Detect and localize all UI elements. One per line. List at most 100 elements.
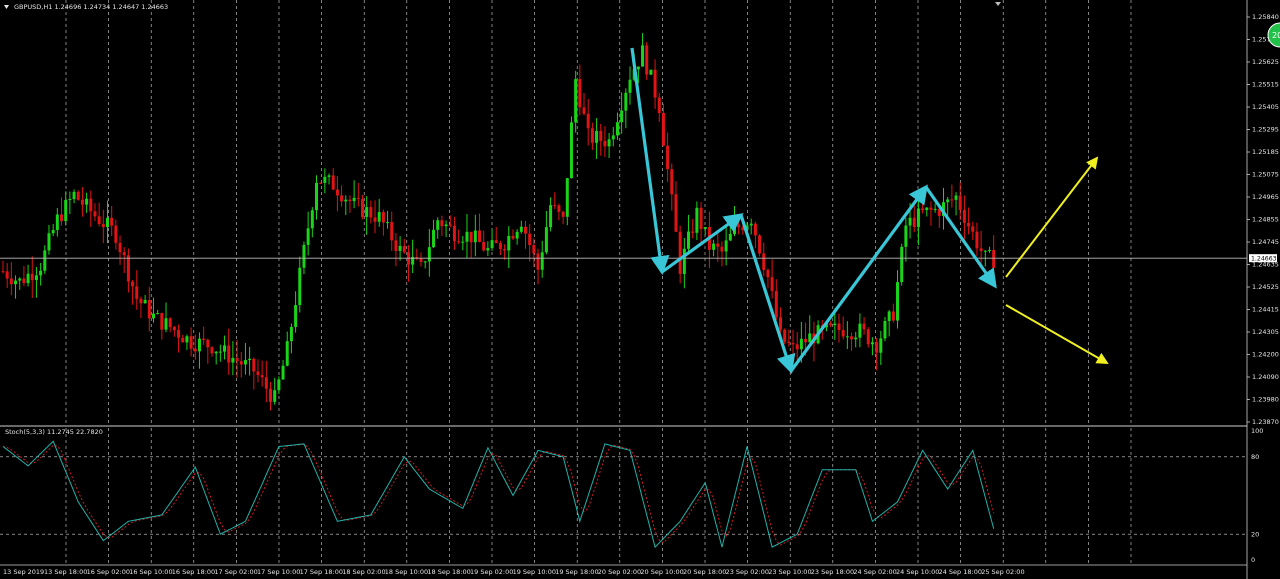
candle-body xyxy=(749,223,753,226)
candle-body xyxy=(774,291,778,318)
candle-body xyxy=(93,211,97,217)
candle-body xyxy=(147,299,151,319)
candle-body xyxy=(958,195,962,210)
price-tick-label: 1.24855 xyxy=(1252,216,1279,224)
candle-body xyxy=(5,271,9,279)
candle-body xyxy=(712,243,716,250)
candle-body xyxy=(172,327,176,331)
candle-body xyxy=(218,351,222,353)
candle-body xyxy=(900,246,904,283)
trading-chart[interactable]: 1.258401.25731.256251.255151.254051.2529… xyxy=(0,0,1280,579)
candle-body xyxy=(260,375,264,378)
current-price-tag: 1.24663 xyxy=(1249,254,1277,262)
candle-body xyxy=(904,225,908,247)
current-price-text: 1.24663 xyxy=(1251,255,1277,262)
candle-body xyxy=(854,337,858,340)
candle-body xyxy=(478,230,482,242)
candle-body xyxy=(60,214,64,222)
candle-body xyxy=(657,97,661,113)
price-tick-label: 1.24745 xyxy=(1252,238,1279,246)
candle-body xyxy=(452,225,456,242)
price-tick-label: 1.25075 xyxy=(1252,171,1279,179)
candle-body xyxy=(837,323,841,331)
candle-body xyxy=(636,66,640,70)
time-tick-label: 23 Sep 18:00 xyxy=(811,568,854,576)
time-tick-label: 13 Sep 18:00 xyxy=(44,568,87,576)
candle-body xyxy=(315,182,318,211)
candle-body xyxy=(398,246,402,251)
candle-body xyxy=(381,212,385,223)
candle-body xyxy=(419,258,423,262)
symbol-title: GBPUSD,H1 1.24696 1.24734 1.24647 1.2466… xyxy=(14,3,168,11)
candle-body xyxy=(641,45,645,67)
candle-body xyxy=(223,345,227,352)
candle-body xyxy=(110,217,114,226)
candle-body xyxy=(778,317,782,330)
price-tick-label: 1.24305 xyxy=(1252,328,1279,336)
time-tick-label: 19 Sep 18:00 xyxy=(555,568,598,576)
candle-body xyxy=(131,281,135,287)
price-tick-label: 1.25295 xyxy=(1252,126,1279,134)
candle-body xyxy=(716,243,720,247)
candle-body xyxy=(39,270,43,276)
candle-body xyxy=(22,278,26,284)
candle-body xyxy=(473,230,477,243)
candle-body xyxy=(30,273,34,280)
candle-body xyxy=(85,198,89,205)
candle-body xyxy=(783,329,787,342)
time-tick-label: 25 Sep 02:00 xyxy=(981,568,1024,576)
candle-body xyxy=(386,222,390,224)
candle-body xyxy=(319,182,323,184)
candle-body xyxy=(114,225,118,243)
candle-body xyxy=(51,230,55,234)
candle-body xyxy=(97,216,101,225)
candle-body xyxy=(235,357,239,362)
candle-body xyxy=(106,217,109,228)
candle-body xyxy=(879,338,883,353)
candle-body xyxy=(18,278,22,281)
candle-body xyxy=(858,323,862,338)
candle-body xyxy=(269,388,273,402)
price-tick-label: 1.24090 xyxy=(1252,373,1279,381)
candle-body xyxy=(992,249,996,268)
price-tick-label: 1.23870 xyxy=(1252,418,1279,426)
candle-body xyxy=(536,253,540,270)
candle-body xyxy=(248,358,252,361)
candle-body xyxy=(753,223,757,236)
candle-body xyxy=(9,278,13,285)
time-tick-label: 17 Sep 10:00 xyxy=(257,568,300,576)
time-tick-label: 24 Sep 18:00 xyxy=(939,568,982,576)
candle-body xyxy=(574,79,578,123)
candle-body xyxy=(582,107,586,114)
price-tick-label: 1.25185 xyxy=(1252,148,1279,156)
candle-body xyxy=(436,220,440,230)
candle-body xyxy=(122,252,126,256)
time-tick-label: 20 Sep 02:00 xyxy=(598,568,641,576)
candle-body xyxy=(348,199,352,202)
candle-body xyxy=(896,282,900,321)
candle-body xyxy=(950,199,954,201)
candle-body xyxy=(528,233,532,246)
candle-body xyxy=(197,338,201,352)
candle-body xyxy=(850,336,854,340)
price-tick-label: 1.25515 xyxy=(1252,81,1279,89)
candle-body xyxy=(227,345,231,363)
price-tick-label: 1.24965 xyxy=(1252,193,1279,201)
candle-body xyxy=(724,240,728,252)
candle-body xyxy=(264,377,268,389)
time-tick-label: 20 Sep 18:00 xyxy=(683,568,726,576)
candle-body xyxy=(214,351,218,354)
candle-body xyxy=(983,250,987,252)
time-tick-label: 16 Sep 10:00 xyxy=(129,568,172,576)
candle-body xyxy=(448,224,452,226)
candle-body xyxy=(444,224,448,227)
candle-body xyxy=(101,224,105,228)
candle-body xyxy=(599,130,603,141)
candle-body xyxy=(666,145,670,170)
candle-body xyxy=(461,241,465,243)
candle-body xyxy=(331,175,335,190)
candle-body xyxy=(987,249,991,251)
candle-body xyxy=(720,246,724,252)
candle-body xyxy=(615,122,619,136)
candle-body xyxy=(465,231,469,242)
